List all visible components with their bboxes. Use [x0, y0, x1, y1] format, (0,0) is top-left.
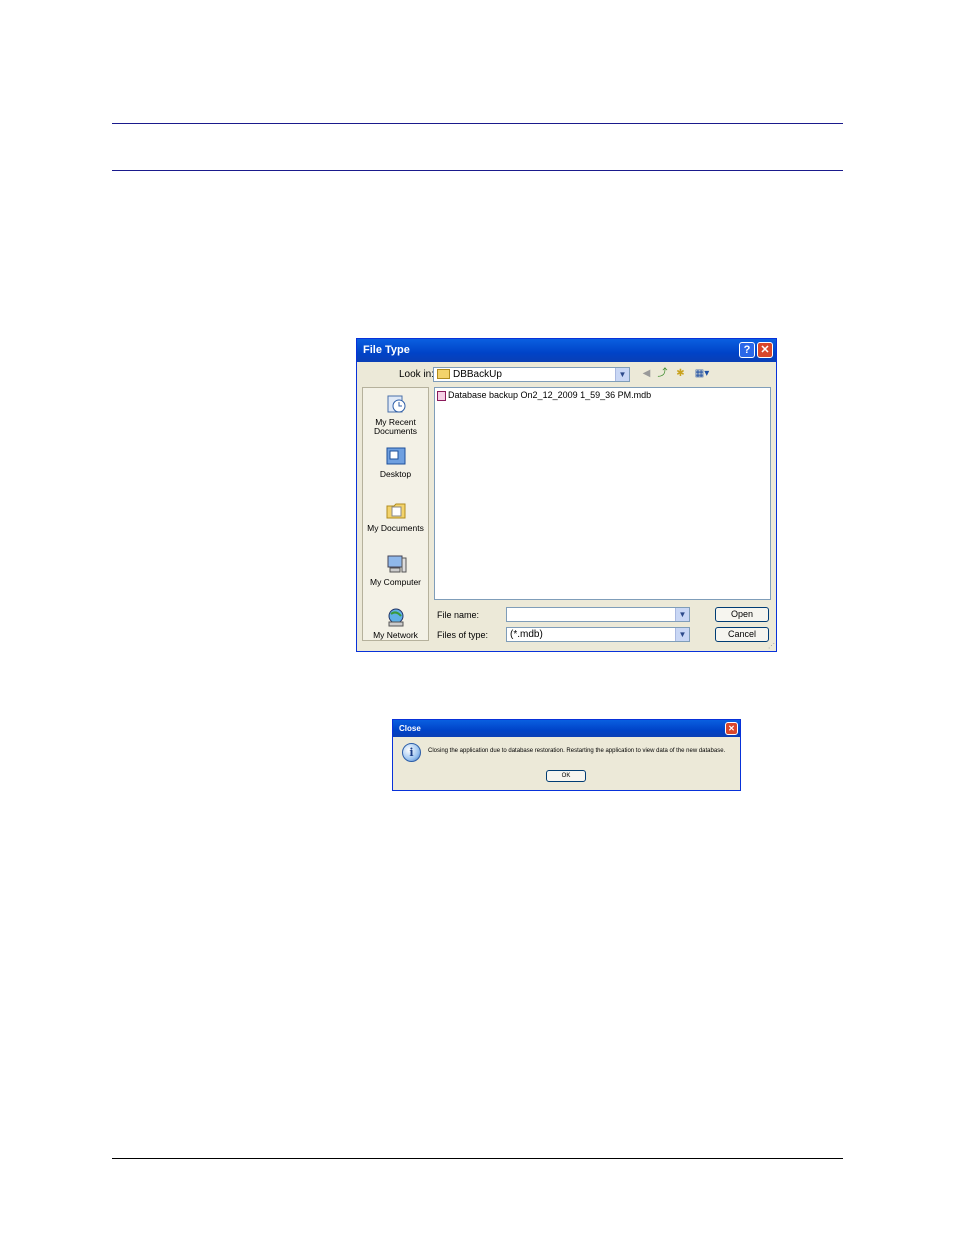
files-of-type-select[interactable]: (*.mdb) ▼: [506, 627, 690, 642]
close-message-box: Close ✕ i Closing the application due to…: [392, 719, 741, 791]
dialog-titlebar: File Type ? ✕: [357, 339, 776, 362]
info-icon: i: [402, 743, 421, 762]
message-close-button[interactable]: ✕: [725, 722, 738, 735]
my-computer-icon: [387, 555, 406, 573]
header-rule-top: [112, 123, 843, 124]
header-rule-bottom: [112, 170, 843, 171]
file-name-label: File name:: [437, 610, 480, 620]
chevron-down-icon[interactable]: ▼: [675, 608, 689, 621]
place-label: Desktop: [379, 469, 412, 479]
file-type-dialog: File Type ? ✕ Look in: DBBackUp ▼ ◀ ⤴ ✱ …: [356, 338, 777, 652]
places-bar: My Recent Documents Desktop My Documents…: [362, 387, 429, 641]
desktop-icon: [386, 447, 405, 465]
help-button[interactable]: ?: [739, 342, 755, 358]
dialog-title: File Type: [363, 344, 410, 356]
ok-button[interactable]: OK: [546, 770, 586, 782]
file-item-label: Database backup On2_12_2009 1_59_36 PM.m…: [448, 390, 652, 400]
recent-documents-icon: [387, 395, 405, 413]
place-label: My Recent Documents: [374, 417, 417, 436]
resize-grip-icon[interactable]: ⋰: [768, 642, 775, 650]
open-button[interactable]: Open: [715, 607, 769, 622]
place-my-recent-documents[interactable]: My Recent Documents: [363, 394, 428, 436]
file-list[interactable]: Database backup On2_12_2009 1_59_36 PM.m…: [434, 387, 771, 600]
my-documents-icon: [386, 503, 405, 519]
chevron-down-icon[interactable]: ▼: [615, 368, 629, 381]
files-of-type-value: (*.mdb): [510, 629, 543, 640]
footer-rule: [112, 1158, 843, 1159]
place-my-documents[interactable]: My Documents: [363, 500, 428, 533]
views-menu-icon[interactable]: ▦▾: [692, 367, 712, 380]
files-of-type-label: Files of type:: [437, 630, 489, 640]
file-item[interactable]: Database backup On2_12_2009 1_59_36 PM.m…: [437, 390, 651, 401]
file-name-field[interactable]: ▼: [506, 607, 690, 622]
my-network-icon: [388, 608, 403, 627]
folder-icon: [437, 369, 450, 380]
message-title: Close: [399, 724, 421, 733]
place-desktop[interactable]: Desktop: [363, 446, 428, 479]
look-in-label: Look in:: [399, 369, 435, 380]
mdb-file-icon: [437, 390, 446, 401]
message-titlebar: Close ✕: [393, 720, 740, 737]
place-label: My Documents: [367, 523, 424, 533]
place-label: My Computer: [369, 577, 421, 587]
cancel-button[interactable]: Cancel: [715, 627, 769, 642]
place-my-computer[interactable]: My Computer: [363, 554, 428, 587]
look-in-combo[interactable]: DBBackUp ▼: [433, 367, 630, 382]
back-icon[interactable]: ◀: [640, 367, 653, 380]
place-my-network[interactable]: My Network: [363, 607, 428, 640]
close-button[interactable]: ✕: [757, 342, 773, 358]
up-folder-icon[interactable]: ⤴: [656, 367, 669, 380]
new-folder-icon[interactable]: ✱: [674, 367, 687, 380]
look-in-value: DBBackUp: [453, 369, 502, 380]
message-text: Closing the application due to database …: [428, 748, 726, 754]
chevron-down-icon[interactable]: ▼: [675, 628, 689, 641]
place-label: My Network: [373, 630, 418, 640]
